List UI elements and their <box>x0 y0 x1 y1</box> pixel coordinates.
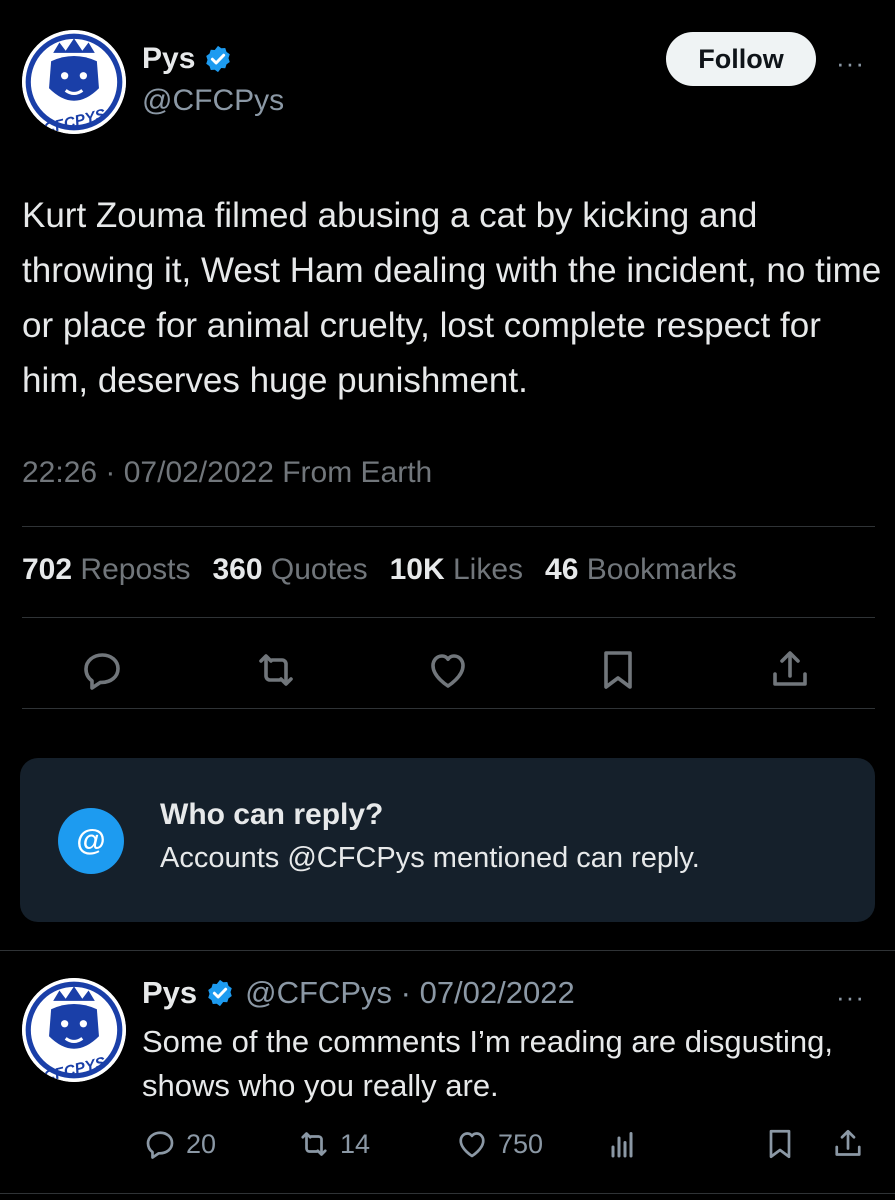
repost-icon <box>301 1132 327 1156</box>
quotes-stat[interactable]: 360 Quotes <box>212 553 367 587</box>
verified-badge-icon <box>208 979 232 1007</box>
bookmarks-count: 46 <box>545 553 579 586</box>
likes-stat[interactable]: 10K Likes <box>390 553 523 587</box>
analytics-icon <box>611 1132 633 1158</box>
who-can-reply-subtitle: Accounts @CFCPys mentioned can reply. <box>160 842 700 874</box>
reply-share-button[interactable] <box>830 1126 874 1162</box>
author-name-row: Pys <box>142 42 233 76</box>
reply-repost-button[interactable]: 14 <box>296 1126 370 1162</box>
likes-count: 10K <box>389 553 445 586</box>
reply-views-button[interactable] <box>604 1126 648 1162</box>
display-name[interactable]: Pys <box>142 975 197 1011</box>
like-count: 750 <box>498 1128 544 1159</box>
reposts-label: Reposts <box>80 553 191 586</box>
follow-button[interactable]: Follow <box>666 32 816 86</box>
repost-count: 14 <box>340 1128 371 1159</box>
reply-header: Pys @CFCPys · 07/02/2022 <box>142 975 575 1011</box>
divider <box>22 526 875 527</box>
bookmarks-stat[interactable]: 46 Bookmarks <box>545 553 737 587</box>
who-can-reply-title: Who can reply? <box>160 798 384 831</box>
divider <box>0 950 895 951</box>
avatar[interactable]: CFCPYS <box>22 978 126 1082</box>
tweet-timestamp[interactable]: 22:26 · 07/02/2022 From Earth <box>22 456 432 490</box>
more-options-icon[interactable]: ··· <box>836 982 865 1013</box>
avatar[interactable]: CFCPYS <box>22 30 126 134</box>
bookmark-icon <box>769 1129 791 1159</box>
divider <box>22 617 875 618</box>
engagement-stats: 702 Reposts 360 Quotes 10K Likes 46 Book… <box>22 553 759 587</box>
divider <box>22 708 875 709</box>
tweet-text: Kurt Zouma filmed abusing a cat by kicki… <box>22 196 882 400</box>
reply-icon[interactable] <box>78 646 126 694</box>
reply-bookmark-button[interactable] <box>762 1126 806 1162</box>
mention-icon: @ <box>58 808 124 874</box>
quotes-count: 360 <box>212 553 263 586</box>
reply-handle-date[interactable]: @CFCPys · 07/02/2022 <box>245 975 575 1011</box>
author-handle[interactable]: @CFCPys <box>142 84 284 118</box>
reply-count: 20 <box>186 1128 217 1159</box>
tweet-action-bar <box>22 640 875 700</box>
more-options-icon[interactable]: ··· <box>836 48 865 79</box>
repost-icon[interactable] <box>252 646 300 694</box>
divider <box>0 1193 895 1194</box>
reposts-count: 702 <box>22 553 73 586</box>
cfcpys-logo-icon: CFCPYS <box>22 30 126 134</box>
quotes-label: Quotes <box>270 553 368 586</box>
display-name[interactable]: Pys <box>142 42 195 76</box>
reply-icon <box>146 1131 174 1159</box>
like-icon <box>459 1132 485 1158</box>
bookmark-icon[interactable] <box>594 646 642 694</box>
verified-badge-icon <box>206 45 231 73</box>
like-icon[interactable] <box>424 646 472 694</box>
reply-text: Some of the comments I’m reading are dis… <box>142 1024 833 1103</box>
reply-like-button[interactable]: 750 <box>454 1126 543 1162</box>
who-can-reply-card: @ Who can reply? Accounts @CFCPys mentio… <box>20 758 875 922</box>
likes-label: Likes <box>453 553 524 586</box>
reply-action-bar: 20 14 750 <box>0 1120 895 1170</box>
share-icon[interactable] <box>766 646 814 694</box>
share-icon <box>835 1129 861 1156</box>
bookmarks-label: Bookmarks <box>586 553 737 586</box>
reposts-stat[interactable]: 702 Reposts <box>22 553 190 587</box>
reply-reply-button[interactable]: 20 <box>142 1126 216 1162</box>
cfcpys-logo-icon: CFCPYS <box>22 978 126 1082</box>
